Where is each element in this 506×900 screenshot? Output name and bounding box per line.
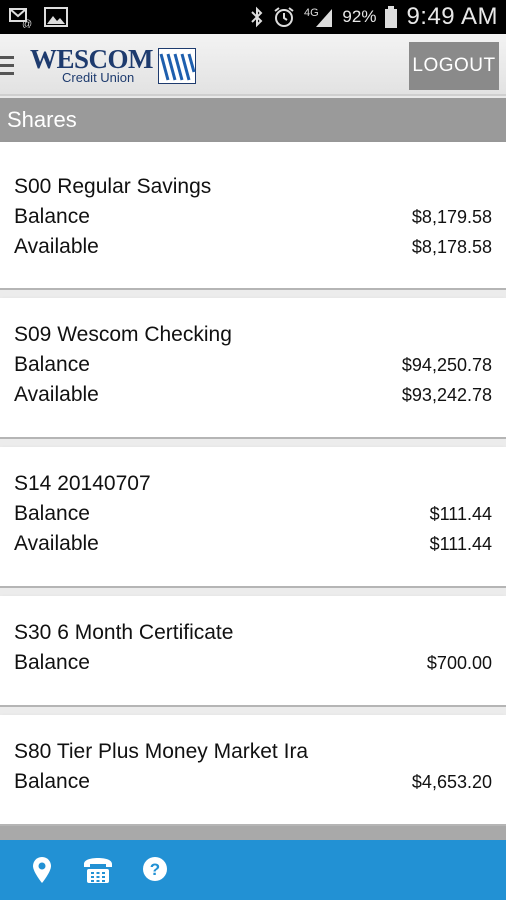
account-name: S80 Tier Plus Money Market Ira [14,740,309,763]
logo-wordmark: WESCOM [30,44,154,74]
available-label: Available [14,235,99,258]
balance-value: $4,653.20 [411,772,492,792]
status-bar: @ 4G 92% 9:49 AM [0,0,506,34]
balance-row: Balance $94,250.78 [14,350,492,380]
status-right: 4G 92% 9:49 AM [250,3,498,31]
available-label: Available [14,383,99,406]
balance-label: Balance [14,353,90,376]
available-value: $8,178.58 [411,237,492,257]
account-name: S09 Wescom Checking [14,323,232,346]
available-label: Available [14,532,99,555]
balance-value: $8,179.58 [411,207,492,227]
help-icon[interactable]: ? [142,856,168,882]
available-row: Available $93,242.78 [14,380,492,410]
balance-label: Balance [14,651,90,674]
account-card[interactable]: S00 Regular Savings Balance $8,179.58 Av… [0,142,506,290]
available-value: $93,242.78 [401,385,492,405]
bluetooth-icon [250,6,264,28]
available-value: $111.44 [429,534,492,554]
account-card[interactable]: S30 6 Month Certificate Balance $700.00 [0,596,506,707]
svg-text:?: ? [150,860,160,879]
account-card[interactable]: S14 20140707 Balance $111.44 Available $… [0,447,506,588]
account-name: S00 Regular Savings [14,175,212,198]
balance-label: Balance [14,205,90,228]
logo-subtitle: Credit Union [62,70,135,85]
logo: WESCOM Credit Union [30,46,200,86]
accounts-list: S00 Regular Savings Balance $8,179.58 Av… [0,142,506,826]
balance-value: $111.44 [429,504,492,524]
app-header: WESCOM Credit Union LOGOUT [0,34,506,96]
account-name: S14 20140707 [14,472,151,495]
balance-label: Balance [14,502,90,525]
signal-icon: 4G [304,5,334,29]
available-row: Available $111.44 [14,529,492,559]
card-gap [0,290,506,298]
balance-row: Balance $4,653.20 [14,767,492,797]
available-row: Available $8,178.58 [14,232,492,262]
alarm-icon [272,5,296,29]
balance-value: $94,250.78 [401,355,492,375]
account-card[interactable]: S09 Wescom Checking Balance $94,250.78 A… [0,298,506,439]
logout-button[interactable]: LOGOUT [409,42,499,90]
phone-icon[interactable] [82,856,114,884]
list-bottom-strip [0,826,506,840]
balance-row: Balance $700.00 [14,648,492,678]
battery-icon [384,5,398,29]
menu-icon[interactable] [0,56,14,78]
logo-mark-icon [158,48,196,84]
balance-label: Balance [14,770,90,793]
card-gap [0,588,506,596]
balance-value: $700.00 [426,653,492,673]
email-notification-icon: @ [8,6,34,28]
image-icon [44,7,68,27]
card-gap [0,439,506,447]
network-type-label: 4G [304,7,319,19]
section-header-shares: Shares [0,98,506,142]
battery-percent: 92% [342,7,377,26]
clock: 9:49 AM [406,3,498,30]
svg-text:@: @ [22,19,32,28]
card-gap [0,707,506,715]
balance-row: Balance $8,179.58 [14,202,492,232]
account-card[interactable]: S80 Tier Plus Money Market Ira Balance $… [0,715,506,826]
bottom-toolbar: ? [0,840,506,900]
balance-row: Balance $111.44 [14,499,492,529]
account-name: S30 6 Month Certificate [14,621,234,644]
location-pin-icon[interactable] [32,856,52,884]
status-left: @ [8,6,68,28]
